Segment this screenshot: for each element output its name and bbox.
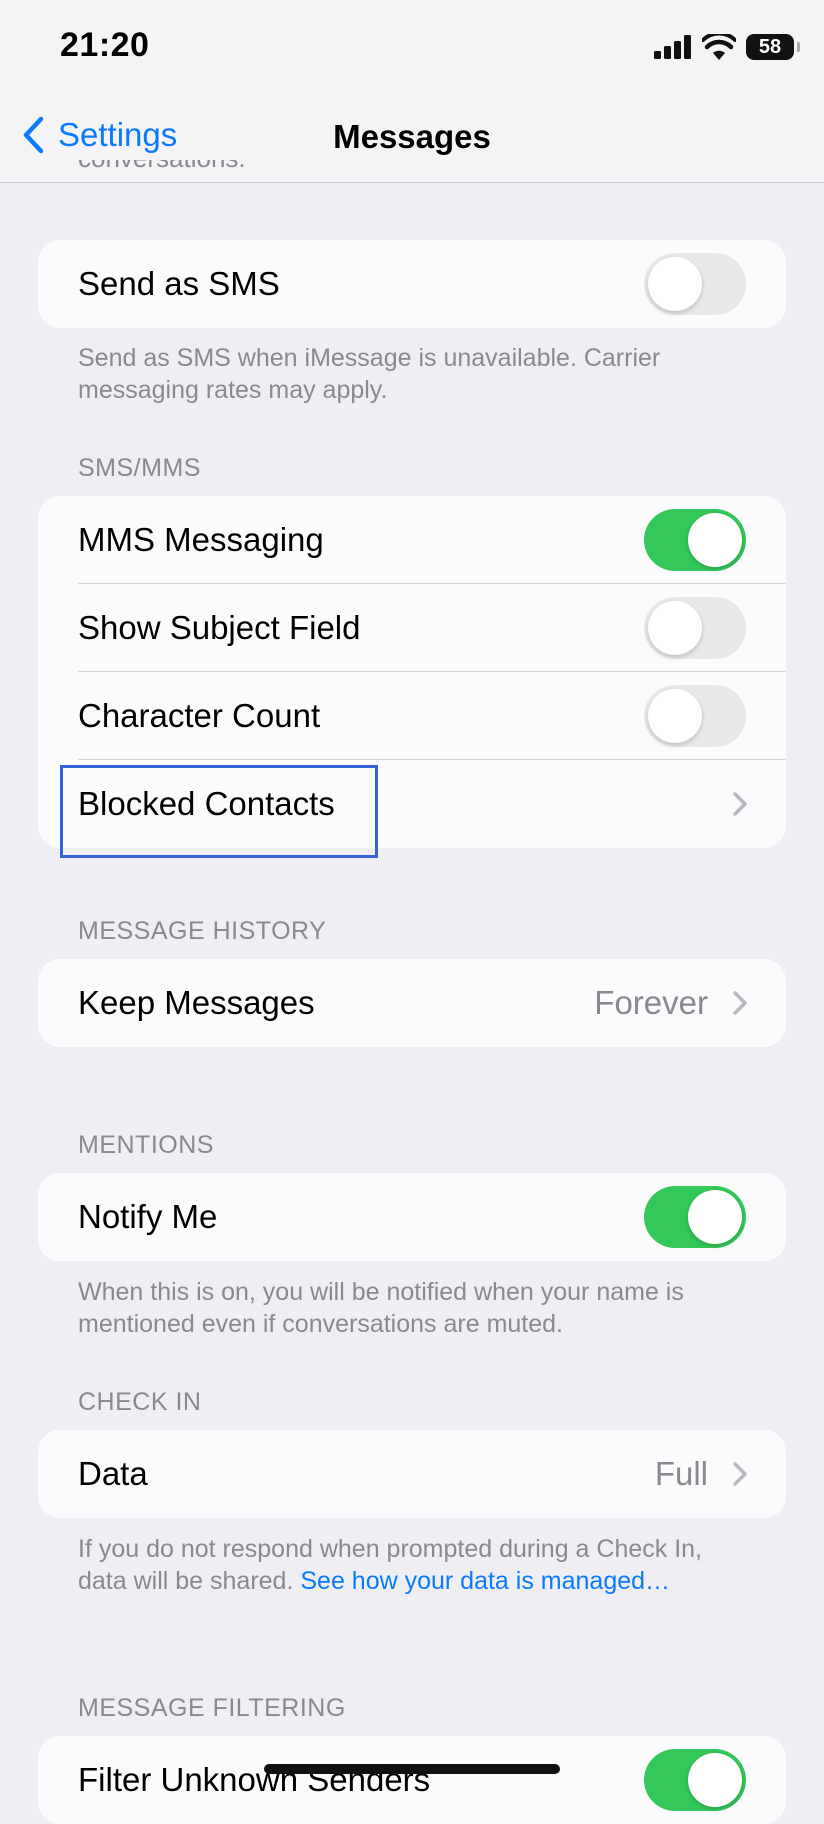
mentions-group: Notify Me [38, 1173, 786, 1261]
message-history-group: Keep Messages Forever [38, 959, 786, 1047]
mms-messaging-row: MMS Messaging [38, 496, 786, 584]
character-count-row: Character Count [38, 672, 786, 760]
notify-me-row: Notify Me [38, 1173, 786, 1261]
filter-unknown-senders-row: Filter Unknown Senders [38, 1736, 786, 1824]
send-as-sms-label: Send as SMS [78, 265, 280, 302]
data-label: Data [78, 1455, 148, 1492]
send-as-sms-toggle[interactable] [644, 253, 746, 315]
status-icons: 58 [654, 30, 800, 64]
character-count-toggle[interactable] [644, 685, 746, 747]
send-as-sms-footer: Send as SMS when iMessage is unavailable… [78, 344, 661, 404]
notify-me-label: Notify Me [78, 1198, 218, 1235]
data-row[interactable]: Data Full [38, 1430, 786, 1518]
keep-messages-value: Forever [594, 984, 708, 1021]
check-in-header: CHECK IN [78, 1388, 202, 1416]
show-subject-field-row: Show Subject Field [38, 584, 786, 672]
mms-messaging-label: MMS Messaging [78, 521, 324, 558]
clipped-footer-text: conversations. [78, 160, 246, 182]
mentions-footer: When this is on, you will be notified wh… [78, 1278, 684, 1338]
home-indicator [264, 1764, 560, 1774]
mms-messaging-toggle[interactable] [644, 509, 746, 571]
show-subject-field-toggle[interactable] [644, 597, 746, 659]
notify-me-toggle[interactable] [644, 1186, 746, 1248]
send-as-sms-group: Send as SMS [38, 240, 786, 328]
chevron-right-icon [733, 1462, 747, 1486]
status-bar: 21:20 58 [0, 0, 824, 96]
show-subject-field-label: Show Subject Field [78, 609, 361, 646]
mentions-header: MENTIONS [78, 1131, 214, 1159]
data-value: Full [654, 1455, 708, 1492]
chevron-right-icon [733, 792, 747, 816]
wifi-icon [702, 34, 736, 60]
send-as-sms-row: Send as SMS [38, 240, 786, 328]
battery-level: 58 [758, 35, 782, 58]
message-history-header: MESSAGE HISTORY [78, 917, 327, 945]
message-filtering-group: Filter Unknown Senders [38, 1736, 786, 1824]
chevron-right-icon [733, 991, 747, 1015]
selection-highlight [60, 765, 378, 858]
character-count-label: Character Count [78, 697, 321, 734]
filter-unknown-senders-toggle[interactable] [644, 1749, 746, 1811]
data-managed-link[interactable]: See how your data is managed… [300, 1567, 670, 1595]
sms-mms-header: SMS/MMS [78, 454, 201, 482]
check-in-group: Data Full [38, 1430, 786, 1518]
keep-messages-row[interactable]: Keep Messages Forever [38, 959, 786, 1047]
status-time: 21:20 [60, 26, 150, 64]
message-filtering-header: MESSAGE FILTERING [78, 1694, 346, 1722]
battery-icon: 58 [746, 34, 800, 60]
page-title: Messages [333, 118, 491, 155]
cellular-signal-icon [654, 35, 691, 59]
keep-messages-label: Keep Messages [78, 984, 315, 1021]
check-in-footer: If you do not respond when prompted duri… [78, 1533, 738, 1597]
